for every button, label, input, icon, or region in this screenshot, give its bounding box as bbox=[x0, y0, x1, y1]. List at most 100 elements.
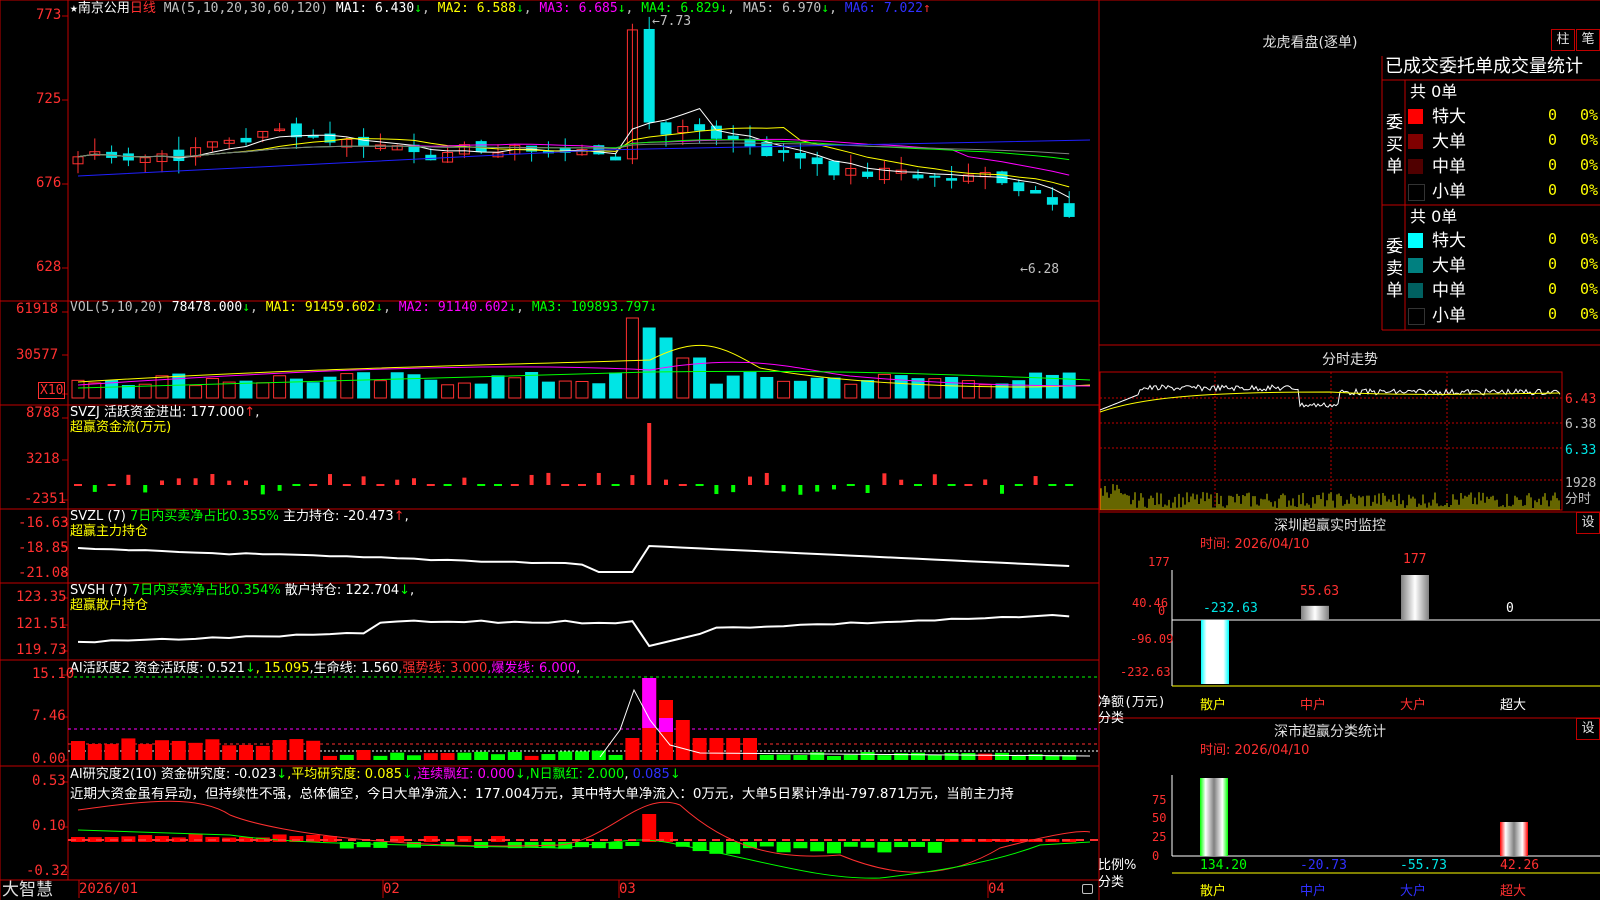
sz-monitor-title: 深圳超赢实时监控 bbox=[1274, 518, 1386, 534]
research-bar bbox=[759, 842, 774, 847]
vol-unit-badge: X10 bbox=[38, 382, 66, 399]
intraday-tick: 6.38 bbox=[1565, 417, 1597, 432]
vol-tick: 30577 bbox=[16, 347, 59, 363]
period-label[interactable]: 日线 bbox=[130, 1, 156, 16]
main-position-line bbox=[77, 544, 1070, 573]
sz-monitor-category: 超大 bbox=[1500, 698, 1527, 713]
volume-bar bbox=[558, 380, 572, 399]
monitor-bar-value: 177 bbox=[1403, 552, 1426, 567]
tick-mode-button[interactable]: 笔 bbox=[1576, 29, 1600, 51]
svzj-tick: 3218 bbox=[26, 451, 60, 467]
svsh-tick: 121.51 bbox=[16, 616, 67, 632]
research-avg-line bbox=[77, 800, 1091, 873]
class-bar-value: -20.73 bbox=[1300, 858, 1347, 873]
bar-mode-button[interactable]: 柱 bbox=[1551, 29, 1575, 51]
chart-canvas[interactable]: 17740.460-96.09-232.63-232.6355.63177075… bbox=[0, 0, 1600, 900]
volume-bar bbox=[172, 373, 186, 399]
svsh-ratio: 7日内买卖净占比0.354% bbox=[131, 583, 281, 598]
sz-class-x-title: 分类 bbox=[1098, 875, 1125, 890]
ai-research-last-arrow-icon: ↓ bbox=[669, 767, 681, 782]
flow-bar bbox=[983, 479, 988, 485]
row-count: 0 bbox=[1548, 106, 1558, 124]
sz-monitor-settings-button[interactable]: 设 bbox=[1576, 512, 1600, 534]
ma3-value: 6.685 bbox=[578, 1, 618, 16]
ai-research-arrow-icon: ↓ bbox=[276, 767, 288, 782]
activity-bar bbox=[71, 741, 85, 760]
activity-bar bbox=[239, 744, 253, 760]
candle-body bbox=[660, 122, 672, 135]
vol-ma2: MA2: 91140.602 bbox=[398, 300, 509, 315]
activity-bar bbox=[138, 744, 153, 760]
row-count: 0 bbox=[1548, 156, 1558, 174]
flow-bar bbox=[126, 474, 131, 485]
row-name: 大单 bbox=[1432, 256, 1466, 276]
svzl-subtitle: 超赢主力持仓 bbox=[70, 524, 149, 539]
flow-bar bbox=[529, 474, 534, 485]
sz-monitor-y-title: 净额(万元) bbox=[1098, 695, 1166, 710]
activity-bar bbox=[155, 740, 169, 760]
lock-icon[interactable] bbox=[1082, 884, 1093, 894]
activity-bar bbox=[625, 738, 640, 760]
activity-line bbox=[599, 688, 1091, 758]
activity-bar bbox=[474, 751, 489, 760]
category-bar bbox=[1401, 575, 1429, 620]
volume-bar bbox=[844, 383, 858, 399]
legend-swatch bbox=[1408, 109, 1423, 124]
activity-bar bbox=[843, 754, 858, 760]
ma2-label: MA2: bbox=[437, 1, 477, 16]
activity-bar bbox=[877, 755, 892, 760]
research-bar bbox=[911, 842, 925, 847]
ma2-arrow-icon: ↓ bbox=[515, 1, 524, 16]
svsh-comma: , bbox=[410, 583, 415, 598]
x-axis-label: 03 bbox=[619, 881, 636, 897]
research-bar bbox=[642, 814, 657, 842]
volume-bar bbox=[256, 382, 270, 399]
candle-body bbox=[173, 149, 185, 162]
sell-row: 大单 0 0% bbox=[1408, 254, 1600, 278]
ai-active-value: 资金活跃度: 0.521 bbox=[134, 661, 245, 676]
activity-bar bbox=[188, 742, 203, 760]
sz-monitor-category: 大户 bbox=[1400, 698, 1427, 713]
research-bar bbox=[860, 842, 875, 848]
volume-bar bbox=[121, 385, 135, 399]
favorite-star-icon[interactable]: ★ bbox=[70, 1, 78, 16]
intraday-vol-unit: 分时 bbox=[1565, 492, 1592, 507]
activity-bar bbox=[356, 750, 371, 760]
candle-body bbox=[929, 175, 941, 178]
candle-body bbox=[710, 125, 722, 139]
candle-body bbox=[475, 141, 487, 153]
ma6-line bbox=[77, 139, 1091, 177]
flow-bar bbox=[462, 477, 467, 485]
volume-bar bbox=[760, 376, 774, 399]
candle-body bbox=[290, 123, 302, 138]
svzj-header: SVZJ 活跃资金进出: 177.000↑, bbox=[70, 405, 259, 420]
svzj-tick: 8788 bbox=[26, 405, 60, 421]
flow-bar bbox=[92, 485, 97, 492]
intraday-tick: 6.43 bbox=[1565, 392, 1597, 407]
sz-monitor-category: 中户 bbox=[1300, 698, 1327, 713]
research-bar bbox=[155, 835, 169, 842]
monitor-bar-value: 55.63 bbox=[1300, 584, 1339, 599]
flow-bar bbox=[277, 485, 282, 491]
price-tick: 676 bbox=[36, 175, 62, 191]
vol-header: VOL(5,10,20) 78478.000↓, MA1: 91459.602↓… bbox=[70, 300, 658, 315]
ma6-arrow-icon: ↑ bbox=[923, 1, 931, 16]
sz-class-settings-button[interactable]: 设 bbox=[1576, 718, 1600, 740]
high-price-value: 7.73 bbox=[659, 14, 692, 29]
legend-swatch bbox=[1408, 258, 1423, 273]
stock-name[interactable]: 南京公用 bbox=[78, 1, 130, 16]
ma1-arrow-icon: ↓ bbox=[414, 1, 422, 16]
low-price-label: ←6.28 bbox=[1020, 262, 1060, 277]
class-y-tick: 75 bbox=[1152, 793, 1166, 807]
activity-bar bbox=[793, 755, 808, 760]
activity-bar bbox=[373, 755, 388, 760]
row-pct: 0% bbox=[1580, 255, 1599, 273]
ai-active-comma: , bbox=[576, 661, 581, 676]
longhu-title: 龙虎看盘(逐单) bbox=[1262, 35, 1358, 51]
research-bar bbox=[894, 842, 909, 848]
volume-bar bbox=[306, 382, 320, 399]
app-brand: 大智慧 bbox=[2, 880, 53, 900]
flow-bar bbox=[260, 485, 265, 495]
ma5-label: MA5: bbox=[742, 1, 783, 16]
row-name: 小单 bbox=[1432, 306, 1466, 326]
